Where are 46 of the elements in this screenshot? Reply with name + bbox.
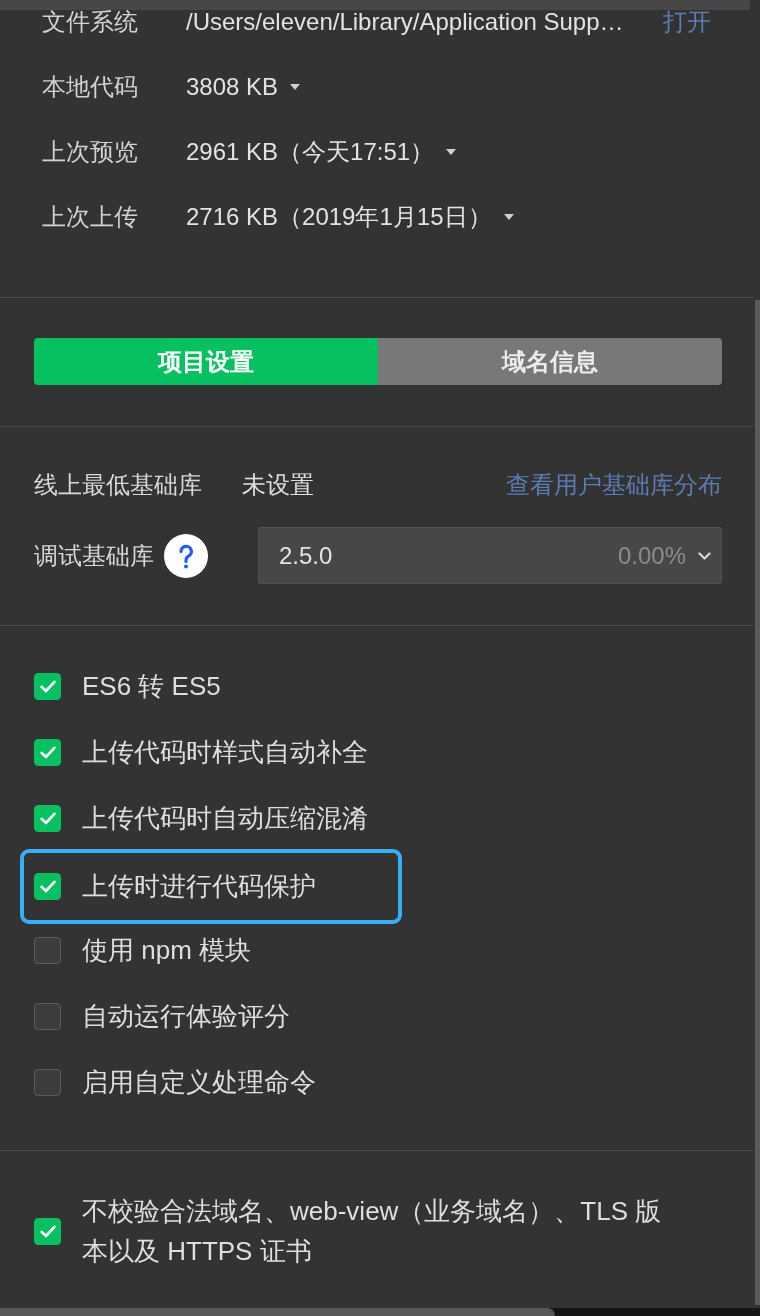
checkmark-icon	[39, 1224, 56, 1238]
size-text: 3808 KB	[186, 75, 279, 99]
checkbox[interactable]	[34, 672, 61, 700]
checkbox[interactable]	[34, 936, 61, 964]
checkbox[interactable]	[34, 738, 61, 766]
option-label: 使用 npm 模块	[82, 933, 252, 967]
option-label: 不校验合法域名、web-view（业务域名）、TLS 版本以及 HTTPS 证书	[82, 1195, 663, 1268]
field-label: 调试基础库	[34, 540, 154, 571]
version-select[interactable]: 2.5.0 0.00%	[258, 527, 722, 584]
checkbox[interactable]	[34, 873, 61, 900]
checkmark-icon	[39, 811, 56, 825]
help-icon[interactable]	[164, 533, 208, 578]
checkbox[interactable]	[34, 1217, 61, 1245]
version-value: 2.5.0	[279, 541, 333, 570]
field-label: 上次预览	[42, 140, 139, 164]
checkmark-icon	[39, 679, 56, 693]
tab[interactable]: 项目设置	[34, 338, 378, 385]
field-label: 文件系统	[42, 10, 139, 34]
option-label: 上传时进行代码保护	[82, 870, 316, 903]
field-label: 本地代码	[42, 75, 139, 99]
field-label: 上次上传	[42, 205, 139, 229]
path-text: /Users/eleven/Library/Application Supp…	[186, 10, 624, 34]
open-link[interactable]: 打开	[663, 10, 754, 34]
scrollbar-thumb[interactable]	[0, 1308, 555, 1316]
usage-percent: 0.00%	[617, 541, 686, 570]
field-value: 未设置	[242, 470, 314, 500]
field-label: 线上最低基础库	[34, 470, 203, 500]
option-label: 上传代码时自动压缩混淆	[82, 801, 368, 835]
caret-down-icon[interactable]	[446, 149, 457, 155]
distribution-link[interactable]: 查看用户基础库分布	[506, 469, 722, 501]
tab[interactable]: 域名信息	[378, 338, 722, 385]
scrollbar-thumb[interactable]	[755, 300, 760, 1305]
size-text: 2716 KB（2019年1月15日）	[186, 205, 492, 229]
chevron-down-icon	[698, 551, 711, 560]
checkmark-icon	[39, 880, 56, 893]
checkmark-icon	[39, 745, 56, 759]
checkbox[interactable]	[34, 804, 61, 832]
checkbox[interactable]	[34, 1068, 61, 1096]
option-label: 上传代码时样式自动补全	[82, 735, 368, 769]
option-label: ES6 转 ES5	[82, 669, 221, 703]
option-label: 启用自定义处理命令	[82, 1065, 316, 1099]
size-text: 2961 KB（今天17:51）	[186, 140, 435, 164]
caret-down-icon[interactable]	[290, 84, 301, 90]
checkbox[interactable]	[34, 1002, 61, 1030]
option-label: 自动运行体验评分	[82, 999, 290, 1033]
caret-down-icon[interactable]	[503, 214, 514, 220]
